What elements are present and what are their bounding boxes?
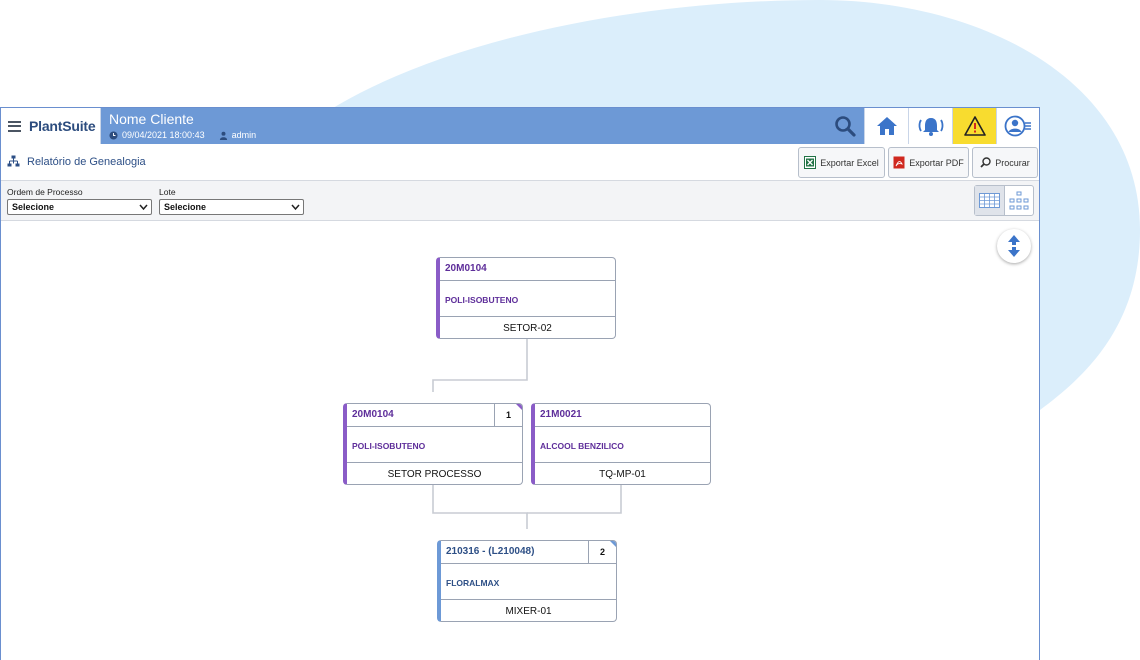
page-title: Relatório de Genealogia <box>7 155 146 168</box>
table-view-button[interactable] <box>975 186 1005 215</box>
link-n1-n2 <box>432 339 528 392</box>
genealogy-node[interactable]: 21M0021 ALCOOL BENZILICO TQ-MP-01 <box>531 403 711 485</box>
genealogy-canvas: 20M0104 POLI-ISOBUTENO SETOR-02 20M0104 … <box>1 221 1039 660</box>
app-logo: PlantSuite <box>29 118 96 134</box>
datetime-text: 09/04/2021 18:00:43 <box>122 130 205 140</box>
node-code: 20M0104 <box>440 258 615 281</box>
menu-icon[interactable] <box>8 120 21 132</box>
username-text: admin <box>231 130 257 140</box>
page-title-text: Relatório de Genealogia <box>27 155 146 168</box>
chevron-down-icon <box>291 204 300 211</box>
export-excel-button[interactable]: Exportar Excel <box>798 147 885 178</box>
chevron-down-icon <box>139 204 148 211</box>
tree-view-button[interactable] <box>1005 186 1034 215</box>
client-meta: 09/04/2021 18:00:43 admin <box>109 130 256 140</box>
search-small-icon <box>980 157 991 168</box>
client-name: Nome Cliente <box>109 111 194 127</box>
lote-select-value: Selecione <box>164 202 207 212</box>
top-header: PlantSuite Nome Cliente 09/04/2021 18:00… <box>1 108 1039 144</box>
pdf-icon <box>893 156 905 169</box>
screen: PlantSuite Nome Cliente 09/04/2021 18:00… <box>0 0 1140 660</box>
procurar-button[interactable]: Procurar <box>972 147 1038 178</box>
home-icon <box>876 117 897 135</box>
genealogy-tree-icon <box>7 155 20 167</box>
up-down-arrows-icon <box>1008 235 1020 257</box>
app-window: PlantSuite Nome Cliente 09/04/2021 18:00… <box>0 107 1040 660</box>
export-excel-label: Exportar Excel <box>820 157 879 168</box>
user-small-icon <box>219 131 227 140</box>
view-toggle <box>974 185 1034 216</box>
table-icon <box>978 193 1000 208</box>
node-location: SETOR PROCESSO <box>387 469 482 480</box>
node-material: ALCOOL BENZILICO <box>535 427 710 463</box>
genealogy-node[interactable]: 20M0104 POLI-ISOBUTENO SETOR-02 <box>436 257 616 339</box>
home-button[interactable] <box>864 108 908 144</box>
genealogy-node[interactable]: 20M0104 1 POLI-ISOBUTENO SETOR PROCESSO <box>343 403 523 485</box>
node-code: 21M0021 <box>535 404 710 427</box>
export-pdf-label: Exportar PDF <box>909 157 964 168</box>
logo-area: PlantSuite <box>1 108 101 144</box>
node-corner-marker <box>610 541 616 547</box>
filter-bar: Ordem de Processo Selecione Lote Selecio… <box>1 181 1039 221</box>
search-icon <box>835 116 856 137</box>
alarm-icon <box>918 118 943 136</box>
genealogy-node[interactable]: 210316 - (L210048) 2 FLORALMAX MIXER-01 <box>437 540 617 622</box>
procurar-label: Procurar <box>995 157 1030 168</box>
export-pdf-button[interactable]: Exportar PDF <box>888 147 969 178</box>
lote-select[interactable]: Selecione <box>159 199 304 215</box>
node-material: POLI-ISOBUTENO <box>440 281 615 317</box>
expand-collapse-button[interactable] <box>997 229 1031 263</box>
ordem-label: Ordem de Processo <box>7 187 83 197</box>
lote-label: Lote <box>159 187 176 197</box>
warning-button[interactable] <box>952 108 996 144</box>
ordem-select[interactable]: Selecione <box>7 199 152 215</box>
warning-icon <box>963 116 986 136</box>
clock-icon <box>109 130 118 140</box>
node-corner-marker <box>516 404 522 410</box>
tree-diagram-icon <box>1009 191 1029 209</box>
node-material: FLORALMAX <box>441 564 616 600</box>
user-info: admin <box>219 130 257 140</box>
title-bar: Relatório de Genealogia Exportar Excel E… <box>1 144 1039 181</box>
alarm-button[interactable] <box>908 108 952 144</box>
node-material: POLI-ISOBUTENO <box>347 427 522 463</box>
node-location: MIXER-01 <box>505 606 552 617</box>
user-menu-button[interactable] <box>996 108 1039 144</box>
header-search-button[interactable] <box>827 108 863 144</box>
node-location: TQ-MP-01 <box>599 469 646 480</box>
node-location: SETOR-02 <box>503 323 552 334</box>
user-icon <box>1004 115 1031 137</box>
excel-icon <box>804 156 817 169</box>
ordem-select-value: Selecione <box>12 202 55 212</box>
